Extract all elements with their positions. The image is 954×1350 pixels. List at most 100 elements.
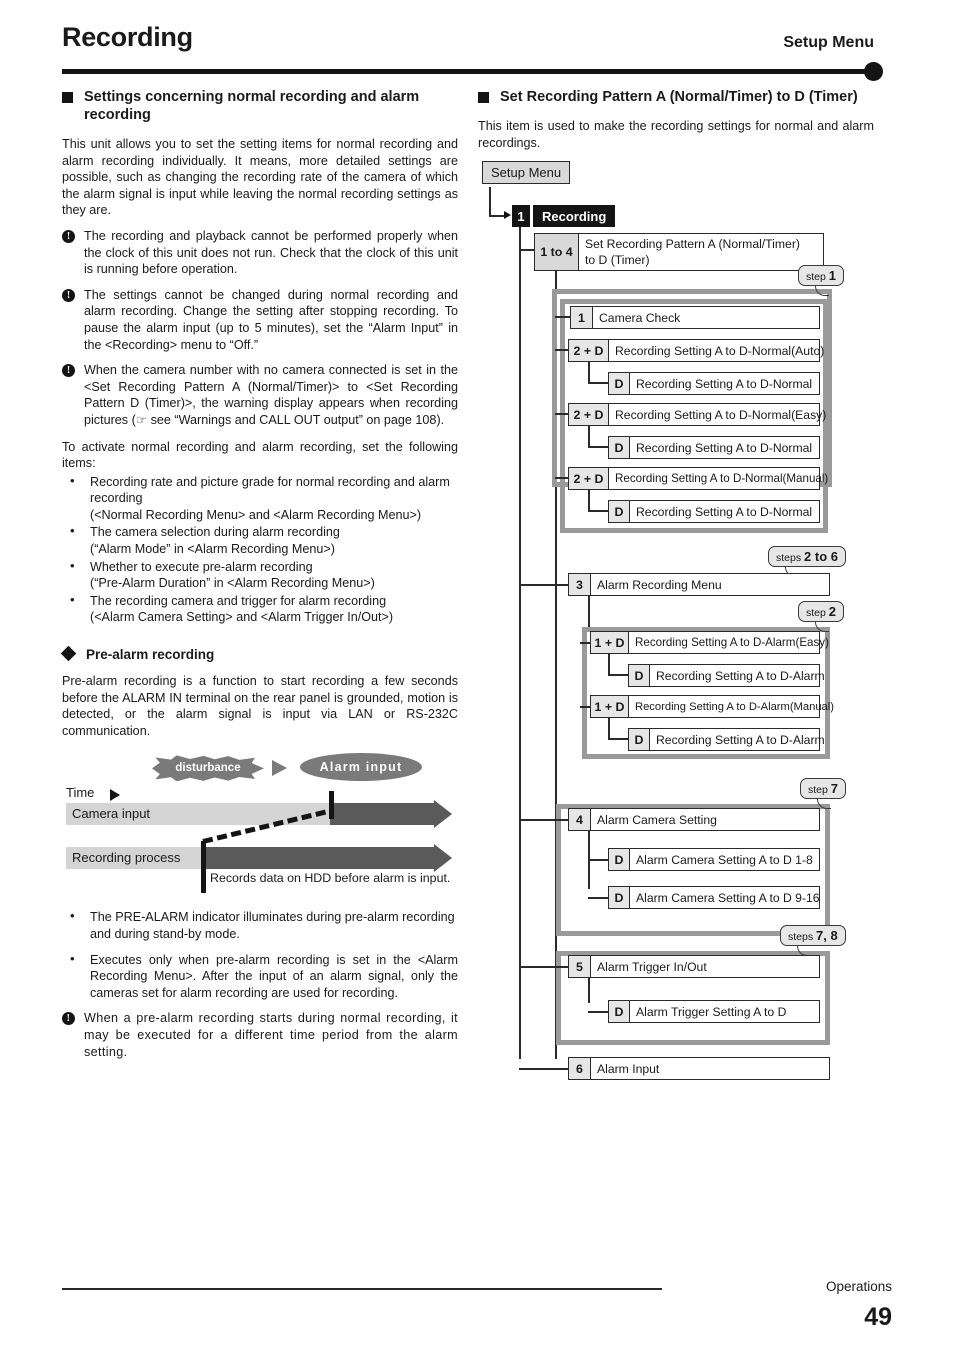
list-item: • Executes only when pre-alarm recording… (62, 951, 458, 1002)
flow-line (588, 490, 590, 513)
dot-bullet-icon: • (70, 472, 75, 488)
diamond-bullet-icon (60, 645, 77, 662)
footer-label: Operations (825, 1279, 892, 1294)
header-subtitle: Setup Menu (783, 34, 874, 51)
list-item: • The PRE-ALARM indicator illuminates du… (62, 908, 458, 942)
prealarm-heading-text: Pre-alarm recording (86, 647, 215, 663)
prealarm-intro: Pre-alarm recording is a function to sta… (62, 674, 458, 738)
flow-node-number: D (609, 849, 630, 871)
flow-node-number: 1 (517, 208, 525, 224)
left-column: Settings concerning normal recording and… (60, 88, 458, 1069)
flow-node-alarm-sub[interactable]: D Recording Setting A to D-Alarm (628, 664, 825, 688)
flow-node-alarm-manual[interactable]: 1 + D Recording Setting A to D-Alarm(Man… (590, 695, 834, 719)
flow-node-normal-auto[interactable]: 2 + D Recording Setting A to D-Normal(Au… (568, 339, 824, 363)
right-column: Set Recording Pattern A (Normal/Timer) t… (478, 88, 874, 1081)
flow-node-label: Alarm Trigger Setting A to D (636, 1004, 787, 1019)
activate-item-list: • Recording rate and picture grade for n… (62, 472, 458, 626)
note-text: The settings cannot be changed during no… (84, 287, 458, 352)
flow-line (588, 510, 610, 513)
callout-value: 2 (828, 604, 837, 620)
flow-line (608, 738, 630, 741)
flow-line (588, 897, 610, 900)
flow-node-normal-manual[interactable]: 2 + D Recording Setting A to D-Normal(Ma… (568, 467, 828, 491)
flow-node-pattern[interactable]: 1 to 4 Set Recording Pattern A (Normal/T… (534, 233, 824, 272)
flow-node-label: Alarm Camera Setting A to D 9-16 (636, 890, 820, 905)
flow-node-alarm-sub[interactable]: D Recording Setting A to D-Alarm (628, 728, 825, 752)
flow-node-number: D (609, 373, 630, 395)
list-item: • The recording camera and trigger for a… (62, 592, 458, 626)
flow-node-number: 2 + D (569, 404, 609, 426)
recording-process-bar: Recording process (66, 844, 454, 873)
footer-rule (62, 1288, 662, 1290)
flow-node-number: D (609, 887, 630, 909)
flow-node-number: 6 (569, 1058, 591, 1080)
flow-node-alarm-input[interactable]: 6 Alarm Input (568, 1057, 830, 1081)
flow-node-label: Recording Setting A to D-Alarm (656, 732, 825, 747)
list-item: • The camera selection during alarm reco… (62, 523, 458, 557)
prealarm-item-list: • The PRE-ALARM indicator illuminates du… (62, 908, 458, 1002)
exclamation-icon: ! (62, 229, 75, 243)
flow-trunk-line (519, 227, 521, 1060)
list-item-sub: (“Pre-Alarm Duration” in <Alarm Recordin… (90, 576, 375, 591)
list-item-text: Executes only when pre-alarm recording i… (90, 952, 458, 1000)
flow-node-label: Alarm Camera Setting A to D 1-8 (636, 852, 813, 867)
flow-node-normal-sub[interactable]: D Recording Setting A to D-Normal (608, 436, 820, 460)
flow-node-number: 1 + D (591, 696, 629, 718)
alarm-marker-line (329, 791, 334, 820)
flow-node-alarm-camera-9-16[interactable]: D Alarm Camera Setting A to D 9-16 (608, 886, 820, 910)
flow-node-recording[interactable]: 1 Recording (512, 205, 616, 228)
callout-prefix: step (806, 607, 826, 620)
right-section-heading: Set Recording Pattern A (Normal/Timer) t… (478, 88, 874, 106)
recording-process-bar-dark (204, 847, 434, 870)
flow-node-alarm-camera-setting[interactable]: 4 Alarm Camera Setting (568, 808, 820, 832)
flow-node-normal-easy[interactable]: 2 + D Recording Setting A to D-Normal(Ea… (568, 403, 826, 427)
flow-node-label: Alarm Recording Menu (597, 577, 722, 592)
document-page: Recording Setup Menu Settings concerning… (0, 0, 954, 1350)
list-item-main: Whether to execute pre-alarm recording (90, 559, 313, 574)
flow-node-label: Recording Setting A to D-Normal(Auto) (615, 343, 825, 358)
list-item-sub: (“Alarm Mode” in <Alarm Recording Menu>) (90, 542, 335, 557)
flow-node-label: Recording Setting A to D-Alarm(Manual) (635, 700, 834, 713)
callout-value: 7, 8 (816, 928, 838, 944)
note-item: ! The recording and playback cannot be p… (62, 228, 458, 278)
flow-node-label: Alarm Input (597, 1061, 660, 1076)
flow-node-normal-sub[interactable]: D Recording Setting A to D-Normal (608, 372, 820, 396)
flow-node-label: Recording Setting A to D-Normal(Easy) (615, 407, 827, 422)
alarm-input-pill: Alarm input (300, 753, 422, 782)
flow-node-alarm-trigger-inout[interactable]: 5 Alarm Trigger In/Out (568, 955, 820, 979)
list-item-main: Recording rate and picture grade for nor… (90, 474, 450, 506)
disturbance-burst-icon: disturbance (152, 755, 264, 782)
flow-node-normal-sub[interactable]: D Recording Setting A to D-Normal (608, 500, 820, 524)
flow-node-alarm-recording-menu[interactable]: 3 Alarm Recording Menu (568, 573, 830, 597)
page-title: Recording (62, 22, 193, 52)
flow-node-camera-check[interactable]: 1 Camera Check (570, 306, 820, 330)
page-number: 49 (864, 1303, 892, 1331)
flow-node-label: Alarm Camera Setting (597, 812, 717, 827)
time-axis-label: Time (66, 785, 95, 801)
flow-line (588, 859, 610, 862)
exclamation-icon: ! (62, 1012, 75, 1026)
flow-node-alarm-easy[interactable]: 1 + D Recording Setting A to D-Alarm(Eas… (590, 631, 829, 655)
flow-node-label-line2: to D (Timer) (585, 253, 650, 268)
camera-input-bar: Camera input (66, 800, 454, 829)
callout-prefix: steps (788, 931, 814, 944)
flow-root-setup-menu[interactable]: Setup Menu (482, 161, 571, 185)
right-section-heading-text: Set Recording Pattern A (Normal/Timer) t… (500, 89, 858, 105)
flow-node-number: 1 (571, 307, 593, 329)
flow-node-label-line1: Set Recording Pattern A (Normal/Timer) (585, 237, 800, 252)
time-arrow-icon (110, 789, 120, 802)
recording-process-label: Recording process (66, 847, 187, 870)
square-bullet-icon (478, 92, 489, 103)
flow-node-alarm-trigger-setting[interactable]: D Alarm Trigger Setting A to D (608, 1000, 820, 1024)
list-item-main: The recording camera and trigger for ala… (90, 593, 387, 608)
dot-bullet-icon: • (70, 908, 75, 924)
flow-node-alarm-camera-1-8[interactable]: D Alarm Camera Setting A to D 1-8 (608, 848, 820, 872)
callout-step7: step 7 (800, 778, 847, 810)
flow-node-label: Recording Setting A to D-Normal (636, 376, 813, 391)
flow-node-label: Recording Setting A to D-Normal (636, 504, 813, 519)
flow-node-label: Camera Check (599, 310, 681, 325)
dot-bullet-icon: • (70, 557, 75, 573)
figure-caption: Records data on HDD before alarm is inpu… (210, 871, 451, 886)
note-text: When the camera number with no camera co… (84, 363, 458, 427)
menu-flowchart: Setup Menu 1 Recording 1 to 4 Set Record… (478, 161, 874, 1081)
